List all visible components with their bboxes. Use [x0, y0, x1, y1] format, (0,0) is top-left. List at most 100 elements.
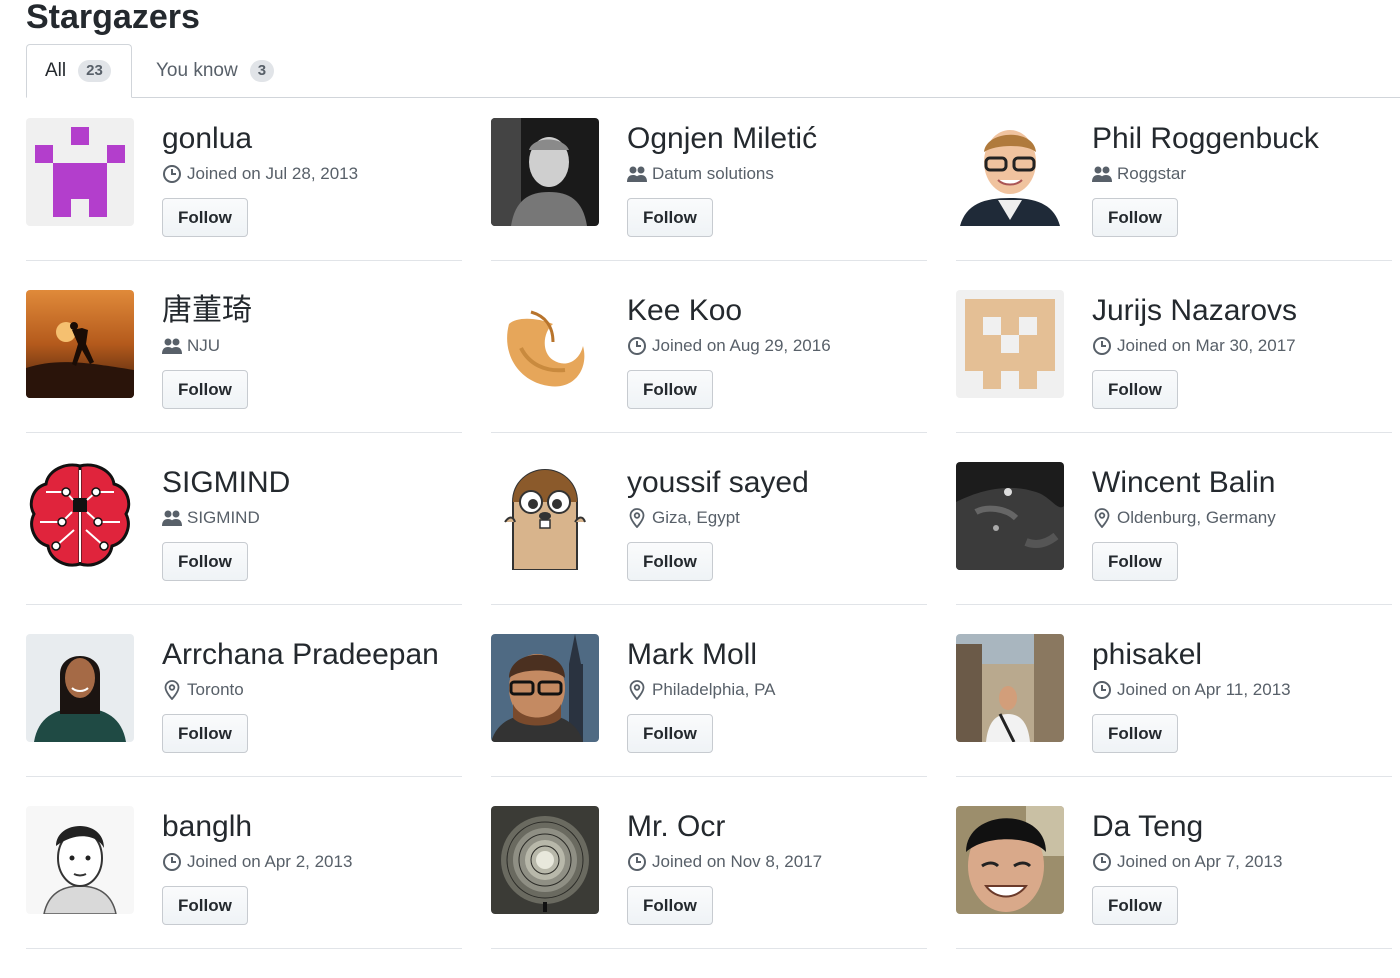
- tab-nav: All 23 You know 3: [0, 44, 1400, 98]
- user-name-link[interactable]: Arrchana Pradeepan: [162, 636, 439, 674]
- card-divider: [956, 432, 1392, 433]
- card-divider: [26, 776, 462, 777]
- stargazer-card: Ognjen Miletić Datum solutions Follow: [491, 118, 927, 290]
- user-meta: Joined on Jul 28, 2013: [162, 162, 358, 186]
- user-avatar[interactable]: [26, 118, 134, 226]
- user-avatar[interactable]: [491, 118, 599, 226]
- user-avatar[interactable]: [26, 462, 134, 570]
- stargazer-card: Mark Moll Philadelphia, PA Follow: [491, 634, 927, 806]
- tab-all-count: 23: [78, 60, 111, 82]
- stargazer-card: Phil Roggenbuck Roggstar Follow: [956, 118, 1392, 290]
- stargazer-card: Arrchana Pradeepan Toronto Follow: [26, 634, 462, 806]
- people-icon: [162, 336, 187, 356]
- user-meta-text: Philadelphia, PA: [652, 680, 776, 699]
- user-meta: Joined on Apr 11, 2013: [1092, 678, 1291, 702]
- follow-button[interactable]: Follow: [1092, 714, 1178, 753]
- user-name-link[interactable]: Mr. Ocr: [627, 808, 725, 846]
- user-meta-text: Oldenburg, Germany: [1117, 508, 1276, 527]
- user-name-link[interactable]: 唐董琦: [162, 292, 252, 330]
- follow-button[interactable]: Follow: [162, 198, 248, 237]
- user-meta: NJU: [162, 334, 220, 358]
- people-icon: [627, 164, 652, 184]
- clock-icon: [627, 852, 652, 872]
- tab-all-label: All: [45, 60, 67, 81]
- page-title: Stargazers: [26, 0, 200, 36]
- clock-icon: [162, 164, 187, 184]
- user-meta: Joined on Apr 2, 2013: [162, 850, 352, 874]
- user-meta: Datum solutions: [627, 162, 774, 186]
- follow-button[interactable]: Follow: [1092, 198, 1178, 237]
- user-name-link[interactable]: youssif sayed: [627, 464, 809, 502]
- user-avatar[interactable]: [956, 290, 1064, 398]
- user-name-link[interactable]: banglh: [162, 808, 252, 846]
- user-name-link[interactable]: Phil Roggenbuck: [1092, 120, 1319, 158]
- follow-button[interactable]: Follow: [627, 542, 713, 581]
- user-meta: Giza, Egypt: [627, 506, 740, 530]
- user-avatar[interactable]: [491, 634, 599, 742]
- follow-button[interactable]: Follow: [1092, 370, 1178, 409]
- card-divider: [491, 948, 927, 949]
- user-meta: SIGMIND: [162, 506, 260, 530]
- follow-button[interactable]: Follow: [1092, 542, 1178, 581]
- follow-button[interactable]: Follow: [627, 370, 713, 409]
- location-icon: [627, 680, 652, 700]
- stargazer-card: Jurijs Nazarovs Joined on Mar 30, 2017 Fol…: [956, 290, 1392, 462]
- follow-button[interactable]: Follow: [162, 370, 248, 409]
- stargazer-card: banglh Joined on Apr 2, 2013 Follow: [26, 806, 462, 978]
- card-divider: [26, 260, 462, 261]
- user-name-link[interactable]: phisakel: [1092, 636, 1202, 674]
- user-avatar[interactable]: [956, 634, 1064, 742]
- tab-you-know[interactable]: You know 3: [138, 44, 292, 98]
- user-name-link[interactable]: gonlua: [162, 120, 252, 158]
- user-name-link[interactable]: SIGMIND: [162, 464, 290, 502]
- stargazer-card: Da Teng Joined on Apr 7, 2013 Follow: [956, 806, 1392, 978]
- follow-button[interactable]: Follow: [1092, 886, 1178, 925]
- follow-button[interactable]: Follow: [627, 886, 713, 925]
- user-name-link[interactable]: Jurijs Nazarovs: [1092, 292, 1297, 330]
- clock-icon: [627, 336, 652, 356]
- card-divider: [491, 432, 927, 433]
- user-name-link[interactable]: Da Teng: [1092, 808, 1203, 846]
- user-meta-text: Joined on Nov 8, 2017: [652, 852, 823, 871]
- people-icon: [1092, 164, 1117, 184]
- user-meta-text: SIGMIND: [187, 508, 260, 527]
- user-meta: Oldenburg, Germany: [1092, 506, 1276, 530]
- stargazer-card: SIGMIND SIGMIND Follow: [26, 462, 462, 634]
- user-meta-text: Joined on Apr 11, 2013: [1117, 680, 1291, 699]
- tab-all[interactable]: All 23: [26, 44, 132, 98]
- location-icon: [1092, 508, 1117, 528]
- clock-icon: [162, 852, 187, 872]
- user-name-link[interactable]: Ognjen Miletić: [627, 120, 817, 158]
- user-avatar[interactable]: [956, 462, 1064, 570]
- location-icon: [162, 680, 187, 700]
- user-name-link[interactable]: Mark Moll: [627, 636, 757, 674]
- user-avatar[interactable]: [956, 806, 1064, 914]
- follow-button[interactable]: Follow: [627, 198, 713, 237]
- user-meta-text: Joined on Apr 7, 2013: [1117, 852, 1283, 871]
- stargazer-card: phisakel Joined on Apr 11, 2013 Follow: [956, 634, 1392, 806]
- user-meta-text: Toronto: [187, 680, 244, 699]
- user-meta: Roggstar: [1092, 162, 1186, 186]
- stargazer-card: youssif sayed Giza, Egypt Follow: [491, 462, 927, 634]
- user-avatar[interactable]: [491, 290, 599, 398]
- user-avatar[interactable]: [26, 290, 134, 398]
- follow-button[interactable]: Follow: [162, 886, 248, 925]
- user-avatar[interactable]: [491, 806, 599, 914]
- card-divider: [956, 948, 1392, 949]
- follow-button[interactable]: Follow: [627, 714, 713, 753]
- user-avatar[interactable]: [491, 462, 599, 570]
- user-meta: Joined on Apr 7, 2013: [1092, 850, 1282, 874]
- user-meta-text: Joined on Aug 29, 2016: [652, 336, 831, 355]
- user-meta-text: Roggstar: [1117, 164, 1186, 183]
- user-avatar[interactable]: [956, 118, 1064, 226]
- follow-button[interactable]: Follow: [162, 542, 248, 581]
- stargazer-card: Kee Koo Joined on Aug 29, 2016 Follow: [491, 290, 927, 462]
- user-meta-text: Datum solutions: [652, 164, 774, 183]
- follow-button[interactable]: Follow: [162, 714, 248, 753]
- user-avatar[interactable]: [26, 634, 134, 742]
- clock-icon: [1092, 336, 1117, 356]
- user-name-link[interactable]: Wincent Balin: [1092, 464, 1275, 502]
- stargazer-card: gonlua Joined on Jul 28, 2013 Follow: [26, 118, 462, 290]
- user-name-link[interactable]: Kee Koo: [627, 292, 742, 330]
- user-avatar[interactable]: [26, 806, 134, 914]
